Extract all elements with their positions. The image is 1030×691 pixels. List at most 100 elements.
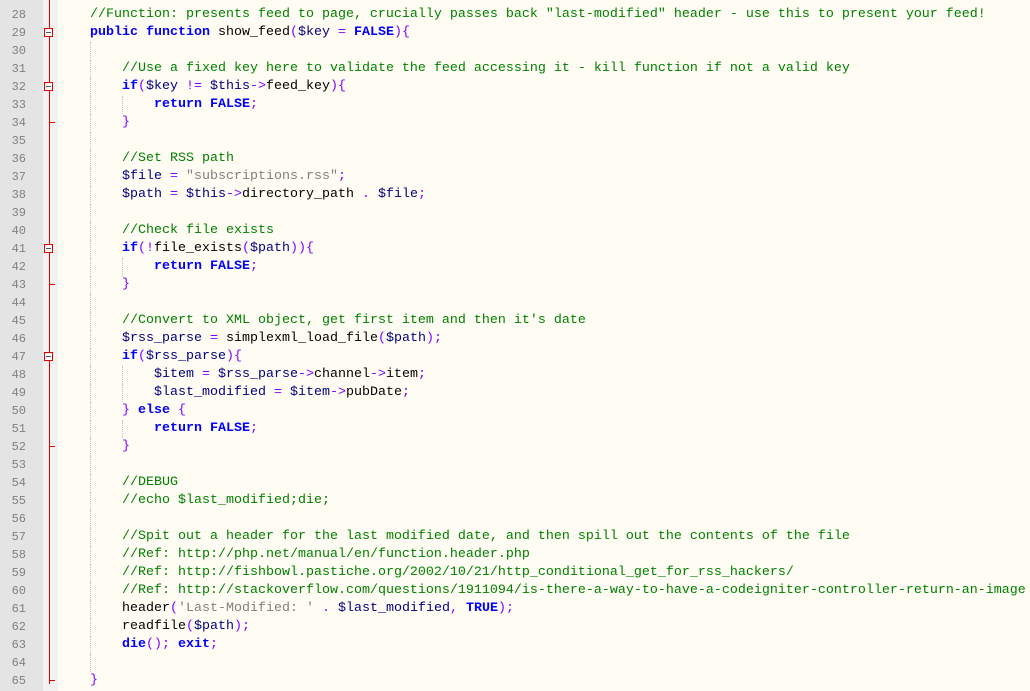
code-line[interactable]: 62 readfile($path); xyxy=(0,618,1030,636)
code-line[interactable]: 56 xyxy=(0,510,1030,528)
code-line[interactable]: 35 xyxy=(0,132,1030,150)
code-line[interactable]: 52} xyxy=(0,438,1030,456)
code-line[interactable]: 41 if(!file_exists($path)){ xyxy=(0,240,1030,258)
code-line[interactable]: 48 $item = $rss_parse->channel->item; xyxy=(0,366,1030,384)
code-line[interactable]: 31 //Use a fixed key here to validate the… xyxy=(0,60,1030,78)
operator-token: )){ xyxy=(289,241,314,256)
line-number: 54 xyxy=(11,476,26,490)
code-line[interactable]: 44 xyxy=(0,294,1030,312)
operator-token: ( xyxy=(186,619,194,634)
code-line[interactable]: 43} xyxy=(0,276,1030,294)
operator-token: ); xyxy=(497,601,514,616)
comment-token: //Use a fixed key here to validate the f… xyxy=(122,61,850,76)
code-line[interactable]: 39 xyxy=(0,204,1030,222)
code-line[interactable]: 37 $file = "subscriptions.rss"; xyxy=(0,168,1030,186)
code-text-token: pubDate xyxy=(345,385,402,400)
operator-token: = xyxy=(202,367,210,382)
fold-end-marker xyxy=(50,284,55,285)
fold-end-marker xyxy=(50,122,55,123)
operator-token: = xyxy=(337,25,346,40)
code-line[interactable]: 54 //DEBUG xyxy=(0,474,1030,492)
operator-token: ); xyxy=(234,619,250,634)
fold-collapse-icon[interactable] xyxy=(44,28,53,37)
code-line[interactable]: 28 //Function: presents feed to page, cru… xyxy=(0,6,1030,24)
code-line[interactable]: 65} xyxy=(0,672,1030,690)
code-line[interactable]: 32 if($key != $this->feed_key){ xyxy=(0,78,1030,96)
code-content: //DEBUG xyxy=(122,474,178,492)
code-line[interactable]: 40 //Check file exists xyxy=(0,222,1030,240)
code-line[interactable]: 50} else { xyxy=(0,402,1030,420)
code-line[interactable]: 30 xyxy=(0,42,1030,60)
line-number: 46 xyxy=(11,332,26,346)
operator-token: ( xyxy=(289,25,298,40)
code-editor[interactable]: 28 //Function: presents feed to page, cru… xyxy=(0,6,1030,690)
code-line[interactable]: 38 $path = $this->directory_path . $file; xyxy=(0,186,1030,204)
line-number: 40 xyxy=(11,224,26,238)
code-line[interactable]: 58 //Ref: http://php.net/manual/en/functi… xyxy=(0,546,1030,564)
code-content: $rss_parse = simplexml_load_file($path); xyxy=(122,330,442,348)
operator-token: ){ xyxy=(393,25,410,40)
comment-token: //DEBUG xyxy=(122,475,178,490)
code-line[interactable]: 61 header('Last-Modified: ' . $last_modif… xyxy=(0,600,1030,618)
code-line[interactable]: 63 die(); exit; xyxy=(0,636,1030,654)
code-line[interactable]: 64 xyxy=(0,654,1030,672)
line-number: 59 xyxy=(11,566,26,580)
line-number: 57 xyxy=(11,530,26,544)
code-content: //Ref: http://fishbowl.pastiche.org/2002… xyxy=(122,564,794,582)
code-line[interactable]: 57 //Spit out a header for the last modif… xyxy=(0,528,1030,546)
code-content: //Function: presents feed to page, cruci… xyxy=(90,6,986,24)
code-line[interactable]: 36 //Set RSS path xyxy=(0,150,1030,168)
keyword-token: FALSE xyxy=(210,259,250,274)
indent-guide xyxy=(122,258,123,276)
function-name-token: readfile xyxy=(122,619,186,634)
line-number: 38 xyxy=(11,188,26,202)
code-line[interactable]: 53 xyxy=(0,456,1030,474)
line-number: 42 xyxy=(11,260,26,274)
operator-token: ( xyxy=(138,79,146,94)
code-text-token: item xyxy=(385,367,418,382)
code-content: if($key != $this->feed_key){ xyxy=(122,78,346,96)
indent-guide xyxy=(90,600,91,618)
code-line[interactable]: 29 public function show_feed($key = FALSE… xyxy=(0,24,1030,42)
operator-token: , xyxy=(449,601,458,616)
line-number: 58 xyxy=(11,548,26,562)
fold-collapse-icon[interactable] xyxy=(44,244,53,253)
line-number: 41 xyxy=(11,242,26,256)
comment-token: //Function: presents feed to page, cruci… xyxy=(90,7,986,22)
variable-token: $path xyxy=(194,619,234,634)
operator-token: } xyxy=(122,115,130,130)
indent-guide xyxy=(122,420,123,438)
code-line[interactable]: 42 return FALSE; xyxy=(0,258,1030,276)
string-token: 'Last-Modified: ' xyxy=(178,601,314,616)
code-line[interactable]: 51 return FALSE; xyxy=(0,420,1030,438)
code-line[interactable]: 49 $last_modified = $item->pubDate; xyxy=(0,384,1030,402)
code-line[interactable]: 55 //echo $last_modified;die; xyxy=(0,492,1030,510)
line-number: 33 xyxy=(11,98,26,112)
code-text-token: channel xyxy=(313,367,370,382)
fold-collapse-icon[interactable] xyxy=(44,82,53,91)
operator-token: = xyxy=(273,385,282,400)
code-content: header('Last-Modified: ' . $last_modifie… xyxy=(122,600,514,618)
code-content: return FALSE; xyxy=(154,420,258,438)
indent-guide xyxy=(90,402,91,420)
code-line[interactable]: 46 $rss_parse = simplexml_load_file($path… xyxy=(0,330,1030,348)
operator-token: ( xyxy=(241,241,250,256)
comment-token: //Spit out a header for the last modifie… xyxy=(122,529,850,544)
code-line[interactable]: 45 //Convert to XML object, get first ite… xyxy=(0,312,1030,330)
fold-collapse-icon[interactable] xyxy=(44,352,53,361)
indent-guide xyxy=(122,366,123,384)
code-line[interactable]: 60 //Ref: http://stackoverflow.com/questi… xyxy=(0,582,1030,600)
code-line[interactable]: 33 return FALSE; xyxy=(0,96,1030,114)
indent-guide xyxy=(90,384,91,402)
operator-token: ){ xyxy=(330,79,346,94)
code-line[interactable]: 47 if($rss_parse){ xyxy=(0,348,1030,366)
code-line[interactable]: 34} xyxy=(0,114,1030,132)
code-line[interactable]: 59 //Ref: http://fishbowl.pastiche.org/20… xyxy=(0,564,1030,582)
